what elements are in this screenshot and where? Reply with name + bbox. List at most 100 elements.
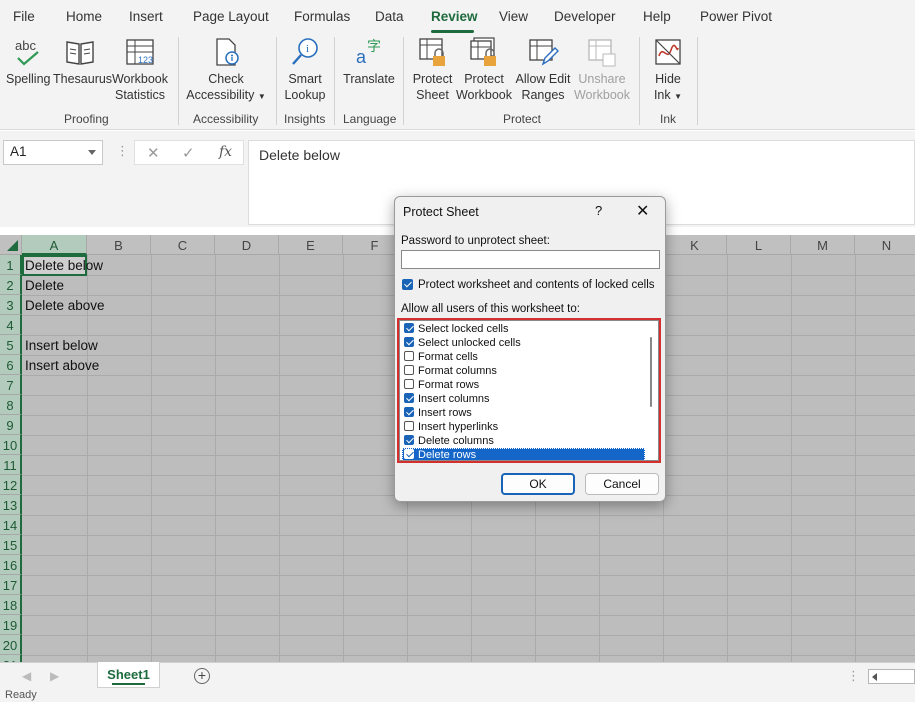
tab-review[interactable]: Review [431, 9, 478, 24]
help-icon[interactable]: ? [595, 203, 602, 218]
row-header-17[interactable]: 17 [0, 575, 22, 595]
cell-a3[interactable]: Delete above [25, 298, 105, 313]
checkbox-unchecked-icon[interactable] [404, 351, 414, 361]
more-options-icon[interactable]: ⋮ [847, 668, 860, 684]
row-header-10[interactable]: 10 [0, 435, 22, 455]
check-accessibility-button[interactable]: Check Accessibility ▼ [186, 36, 266, 105]
checkbox-checked-icon[interactable] [404, 435, 414, 445]
name-box[interactable]: A1 [3, 140, 103, 165]
close-icon[interactable]: ✕ [636, 201, 649, 221]
row-header-15[interactable]: 15 [0, 535, 22, 555]
column-header-e[interactable]: E [279, 235, 343, 255]
column-header-d[interactable]: D [215, 235, 279, 255]
permission-format-rows[interactable]: Format rows [402, 378, 645, 392]
permission-insert-columns[interactable]: Insert columns [402, 392, 645, 406]
cancel-icon[interactable]: ✕ [147, 144, 160, 162]
checkbox-unchecked-icon[interactable] [404, 379, 414, 389]
spelling-button[interactable]: abc Spelling [6, 36, 50, 87]
scrollbar-thumb[interactable] [650, 337, 652, 407]
protect-workbook-button[interactable]: Protect Workbook [455, 36, 513, 103]
row-header-20[interactable]: 20 [0, 635, 22, 655]
permission-format-cells[interactable]: Format cells [402, 350, 645, 364]
checkbox-unchecked-icon[interactable] [404, 421, 414, 431]
checkbox-unchecked-icon[interactable] [404, 365, 414, 375]
checkbox-checked-icon[interactable] [404, 393, 414, 403]
checkbox-checked-icon[interactable] [404, 407, 414, 417]
hide-ink-button[interactable]: Hide Ink ▼ [647, 36, 689, 105]
tab-data[interactable]: Data [375, 9, 404, 24]
checkbox-checked-icon[interactable] [404, 449, 414, 459]
allow-edit-ranges-button[interactable]: Allow Edit Ranges [514, 36, 572, 103]
workbook-statistics-button[interactable]: 123 Workbook Statistics [110, 36, 170, 103]
tab-power-pivot[interactable]: Power Pivot [700, 9, 772, 24]
column-header-b[interactable]: B [87, 235, 151, 255]
scroll-tabs-right-icon[interactable]: ▶ [50, 669, 59, 683]
permissions-list[interactable]: Select locked cells Select unlocked cell… [399, 320, 659, 461]
permission-insert-rows[interactable]: Insert rows [402, 406, 645, 420]
permission-delete-columns[interactable]: Delete columns [402, 434, 645, 448]
tab-view[interactable]: View [499, 9, 528, 24]
cancel-button[interactable]: Cancel [585, 473, 659, 495]
scroll-tabs-left-icon[interactable]: ◀ [22, 669, 31, 683]
horizontal-scrollbar[interactable] [868, 669, 915, 684]
column-header-a[interactable]: A [22, 235, 87, 255]
row-header-12[interactable]: 12 [0, 475, 22, 495]
cell-a1[interactable]: Delete below [25, 258, 103, 273]
checkbox-checked-icon[interactable] [404, 337, 414, 347]
row-header-4[interactable]: 4 [0, 315, 22, 335]
protect-sheet-button[interactable]: Protect Sheet [410, 36, 455, 103]
password-field[interactable] [401, 250, 660, 269]
tab-help[interactable]: Help [643, 9, 671, 24]
ok-button[interactable]: OK [501, 473, 575, 495]
more-options-icon[interactable]: ⋮ [116, 143, 129, 159]
tab-file[interactable]: File [13, 9, 35, 24]
row-header-18[interactable]: 18 [0, 595, 22, 615]
row-header-1[interactable]: 1 [0, 255, 22, 275]
list-scrollbar[interactable] [646, 323, 656, 458]
cell-a2[interactable]: Delete [25, 278, 64, 293]
checkbox-checked-icon[interactable] [402, 279, 413, 290]
row-header-6[interactable]: 6 [0, 355, 22, 375]
row-header-14[interactable]: 14 [0, 515, 22, 535]
thesaurus-button[interactable]: Thesaurus [53, 36, 112, 87]
checkbox-checked-icon[interactable] [404, 323, 414, 333]
tab-home[interactable]: Home [66, 9, 102, 24]
column-header-n[interactable]: N [855, 235, 915, 255]
row-header-13[interactable]: 13 [0, 495, 22, 515]
row-header-8[interactable]: 8 [0, 395, 22, 415]
add-sheet-icon[interactable]: + [194, 668, 210, 684]
insert-function-icon[interactable]: fx [219, 144, 232, 160]
permission-select-unlocked-cells[interactable]: Select unlocked cells [402, 336, 645, 350]
column-header-c[interactable]: C [151, 235, 215, 255]
row-header-16[interactable]: 16 [0, 555, 22, 575]
row-header-19[interactable]: 19 [0, 615, 22, 635]
permission-delete-rows[interactable]: Delete rows [402, 448, 645, 460]
protect-contents-checkbox[interactable]: Protect worksheet and contents of locked… [402, 279, 655, 291]
column-header-k[interactable]: K [663, 235, 727, 255]
tab-developer[interactable]: Developer [554, 9, 616, 24]
row-header-21[interactable]: 21 [0, 655, 22, 662]
permission-select-locked-cells[interactable]: Select locked cells [402, 322, 645, 336]
row-header-5[interactable]: 5 [0, 335, 22, 355]
row-header-2[interactable]: 2 [0, 275, 22, 295]
permission-insert-hyperlinks[interactable]: Insert hyperlinks [402, 420, 645, 434]
sheet-tab-sheet1[interactable]: Sheet1 [97, 662, 160, 688]
row-header-9[interactable]: 9 [0, 415, 22, 435]
smart-lookup-button[interactable]: i Smart Lookup [283, 36, 327, 103]
chevron-down-icon[interactable] [88, 150, 96, 155]
column-header-l[interactable]: L [727, 235, 791, 255]
tab-formulas[interactable]: Formulas [294, 9, 350, 24]
cell-a5[interactable]: Insert below [25, 338, 98, 353]
enter-check-icon[interactable]: ✓ [182, 144, 195, 162]
row-header-3[interactable]: 3 [0, 295, 22, 315]
tab-insert[interactable]: Insert [129, 9, 163, 24]
translate-button[interactable]: a 字 Translate [343, 36, 395, 87]
scroll-left-icon[interactable] [872, 673, 877, 681]
row-header-7[interactable]: 7 [0, 375, 22, 395]
permission-format-columns[interactable]: Format columns [402, 364, 645, 378]
row-header-11[interactable]: 11 [0, 455, 22, 475]
cell-a6[interactable]: Insert above [25, 358, 99, 373]
column-header-m[interactable]: M [791, 235, 855, 255]
select-all-button[interactable] [0, 235, 22, 255]
tab-page-layout[interactable]: Page Layout [193, 9, 269, 24]
